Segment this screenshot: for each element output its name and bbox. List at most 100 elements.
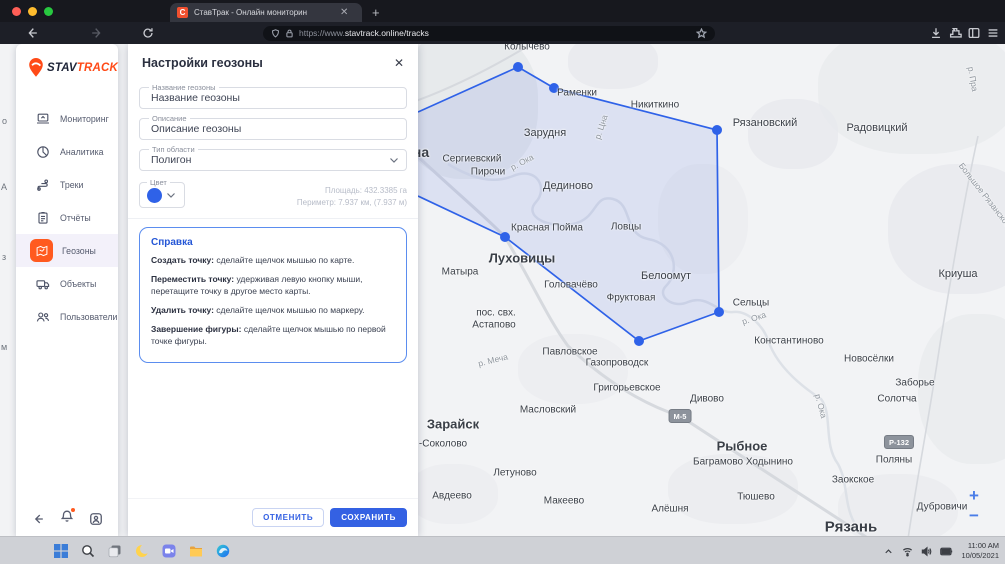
map-label: Дединово bbox=[543, 180, 593, 192]
map-label: Астапово bbox=[472, 320, 515, 331]
map-label: Сергиевский bbox=[443, 154, 502, 165]
color-picker[interactable]: Цвет bbox=[139, 182, 185, 208]
new-tab-button[interactable]: + bbox=[372, 5, 380, 20]
map-label: Фруктовая bbox=[607, 293, 656, 304]
browser-navbar: https://www.stavtrack.online/tracks bbox=[0, 22, 1005, 44]
collapse-sidebar-icon[interactable] bbox=[31, 512, 45, 526]
file-explorer-icon[interactable] bbox=[187, 542, 204, 559]
window-minimize-button[interactable] bbox=[28, 7, 37, 16]
window-close-button[interactable] bbox=[12, 7, 21, 16]
geofence-description-field[interactable]: Описание Описание геозоны bbox=[139, 118, 407, 140]
polygon-vertex-marker[interactable] bbox=[712, 125, 722, 135]
task-view-icon[interactable] bbox=[106, 542, 123, 559]
cancel-button[interactable]: ОТМЕНИТЬ bbox=[252, 508, 324, 527]
back-icon[interactable] bbox=[25, 26, 39, 40]
map-zoom-out-button[interactable]: − bbox=[965, 507, 983, 524]
map-label: Колычево bbox=[504, 44, 550, 53]
sidebar-item-icon bbox=[34, 209, 51, 226]
sidebar-toggle-icon[interactable] bbox=[967, 26, 981, 40]
map-label: Ловцы bbox=[611, 222, 641, 233]
panel-footer: ОТМЕНИТЬ СОХРАНИТЬ bbox=[128, 498, 418, 536]
forward-icon[interactable] bbox=[90, 26, 104, 40]
start-button-icon[interactable] bbox=[52, 542, 69, 559]
area-value: Площадь: 432.3385 га bbox=[297, 185, 407, 197]
map-label: Новосёлки bbox=[844, 354, 894, 365]
sidebar-item-reports[interactable]: Отчёты bbox=[16, 201, 118, 234]
system-tray: 11:00 AM 10/05/2021 bbox=[883, 537, 999, 564]
notification-dot bbox=[71, 508, 75, 512]
chat-app-icon[interactable] bbox=[160, 542, 177, 559]
sidebar-item-monitoring[interactable]: Мониторинг bbox=[16, 102, 118, 135]
sidebar-item-geozones[interactable]: Геозоны bbox=[16, 234, 118, 267]
chevron-down-icon bbox=[167, 193, 175, 198]
extensions-icon[interactable] bbox=[948, 26, 962, 40]
road-badge: М-5 bbox=[669, 409, 692, 423]
sidebar-item-objects[interactable]: Объекты bbox=[16, 267, 118, 300]
sidebar-item-icon bbox=[34, 308, 51, 325]
sidebar-item-icon bbox=[34, 143, 51, 160]
map-label: Заборье bbox=[895, 378, 934, 389]
geofence-name-field[interactable]: Название геозоны Название геозоны bbox=[139, 87, 407, 109]
reload-icon[interactable] bbox=[141, 26, 155, 40]
sidebar-item-users[interactable]: Пользователи bbox=[16, 300, 118, 333]
panel-close-icon[interactable]: ✕ bbox=[394, 57, 404, 69]
notifications-bell-icon[interactable] bbox=[60, 509, 74, 528]
edge-browser-icon[interactable] bbox=[214, 542, 231, 559]
map-label: Матыра bbox=[442, 267, 479, 278]
map-zoom-in-button[interactable]: + bbox=[965, 487, 983, 504]
tab-close-icon[interactable]: ✕ bbox=[340, 8, 348, 18]
battery-icon[interactable] bbox=[940, 546, 953, 557]
map-edge-fragment: м bbox=[1, 342, 7, 352]
bookmark-star-icon[interactable] bbox=[696, 28, 707, 39]
map[interactable]: КолычевоРаменкиНикиткиноЗарудняСергиевск… bbox=[418, 44, 1005, 536]
map-label: Григорьевское bbox=[593, 383, 660, 394]
moon-app-icon[interactable] bbox=[133, 542, 150, 559]
menu-icon[interactable] bbox=[986, 26, 1000, 40]
map-label: пос. свх. bbox=[476, 308, 516, 319]
page-content: КолычевоРаменкиНикиткиноЗарудняСергиевск… bbox=[0, 44, 1005, 536]
sidebar-item-icon bbox=[34, 176, 51, 193]
volume-icon[interactable] bbox=[921, 546, 932, 557]
map-label: Головачёво bbox=[544, 280, 598, 291]
map-label: Авдеево bbox=[432, 491, 472, 502]
map-label: Баграмово Ходынино bbox=[693, 457, 793, 468]
time: 11:00 AM bbox=[961, 541, 999, 551]
screen: С СтавТрак - Онлайн мониторин ✕ + https:… bbox=[0, 0, 1005, 564]
map-label: Раменки bbox=[557, 88, 597, 99]
account-icon[interactable] bbox=[89, 512, 103, 526]
sidebar-item-analytics[interactable]: Аналитика bbox=[16, 135, 118, 168]
area-type-select[interactable]: Тип области Полигон bbox=[139, 149, 407, 171]
url-text[interactable]: https://www.stavtrack.online/tracks bbox=[299, 28, 691, 38]
sidebar-footer bbox=[16, 509, 118, 528]
help-instruction: Удалить точку: сделайте щелчок мышью по … bbox=[151, 305, 395, 317]
panel-title: Настройки геозоны bbox=[142, 56, 263, 70]
taskbar-clock[interactable]: 11:00 AM 10/05/2021 bbox=[961, 541, 999, 561]
wifi-icon[interactable] bbox=[902, 546, 913, 557]
tracking-shield-icon[interactable] bbox=[271, 29, 280, 38]
search-icon[interactable] bbox=[79, 542, 96, 559]
road-east bbox=[908, 136, 978, 536]
map-label: Зарайск bbox=[427, 417, 479, 432]
polygon-vertex-marker[interactable] bbox=[500, 232, 510, 242]
stavtrack-logo: STAVTRACK bbox=[16, 44, 118, 88]
polygon-vertex-marker[interactable] bbox=[714, 307, 724, 317]
save-button[interactable]: СОХРАНИТЬ bbox=[330, 508, 407, 527]
app-sidebar: STAVTRACK Мониторинг Аналитика Треки bbox=[16, 44, 118, 536]
map-label: Масловский bbox=[520, 405, 576, 416]
polygon-vertex-marker[interactable] bbox=[513, 62, 523, 72]
map-label: Газопроводск bbox=[586, 358, 649, 369]
url-bar[interactable]: https://www.stavtrack.online/tracks bbox=[263, 26, 715, 41]
sidebar-item-tracks[interactable]: Треки bbox=[16, 168, 118, 201]
map-label: Алёшня bbox=[651, 504, 688, 515]
taskbar: 11:00 AM 10/05/2021 bbox=[0, 536, 1005, 564]
browser-tab[interactable]: С СтавТрак - Онлайн мониторин ✕ bbox=[170, 3, 362, 22]
window-zoom-button[interactable] bbox=[44, 7, 53, 16]
divider bbox=[128, 218, 418, 219]
map-label: Красная Пойма bbox=[511, 223, 583, 234]
polygon-vertex-marker[interactable] bbox=[634, 336, 644, 346]
tab-favicon-icon: С bbox=[177, 7, 188, 18]
map-label: Дивово bbox=[690, 394, 724, 405]
lock-icon[interactable] bbox=[285, 29, 294, 38]
tray-chevron-up-icon[interactable] bbox=[883, 546, 894, 557]
downloads-icon[interactable] bbox=[929, 26, 943, 40]
